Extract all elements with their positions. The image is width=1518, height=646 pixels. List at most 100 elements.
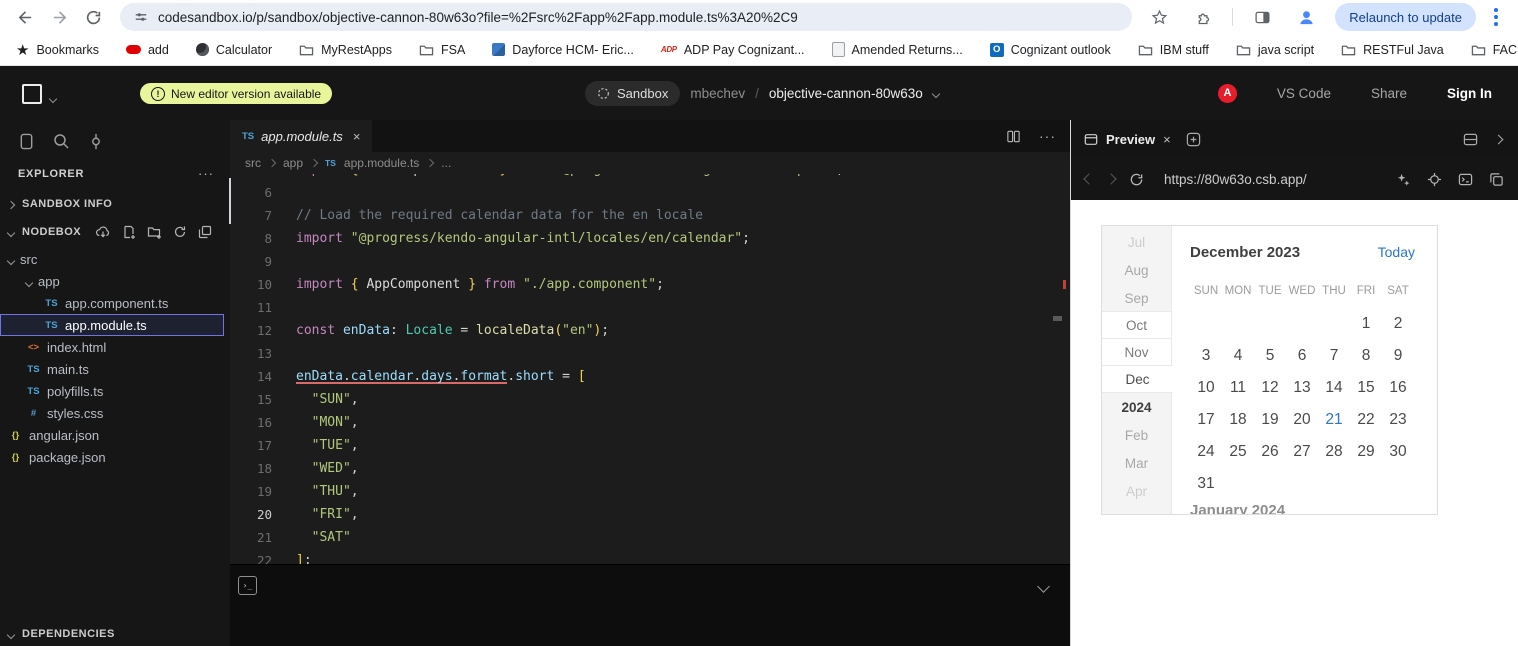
editor-more-icon[interactable]: ··· bbox=[1039, 128, 1056, 144]
csb-logo-icon[interactable] bbox=[22, 84, 42, 104]
breadcrumb-symbol[interactable]: ... bbox=[441, 156, 451, 170]
calendar-date[interactable]: 16 bbox=[1382, 372, 1414, 404]
code-line[interactable]: 10import { AppComponent } from "./app.co… bbox=[230, 273, 1070, 296]
calendar-date[interactable]: 3 bbox=[1190, 340, 1222, 372]
extensions-icon[interactable] bbox=[1188, 2, 1218, 32]
breadcrumb-src[interactable]: src bbox=[245, 156, 261, 170]
code-line[interactable]: 17 "TUE", bbox=[230, 434, 1070, 457]
bookmark-item[interactable]: FACETS bbox=[1471, 43, 1518, 57]
calendar-date[interactable]: 18 bbox=[1222, 404, 1254, 436]
profile-avatar-icon[interactable] bbox=[1291, 2, 1321, 32]
preview-refresh-icon[interactable] bbox=[1129, 172, 1144, 187]
site-settings-icon[interactable] bbox=[134, 10, 148, 24]
bookmark-item[interactable]: Calculator bbox=[196, 43, 272, 57]
tree-item-angular-json[interactable]: {}angular.json bbox=[0, 424, 224, 446]
calendar-date[interactable]: 28 bbox=[1318, 436, 1350, 468]
calendar-date[interactable]: 11 bbox=[1222, 372, 1254, 404]
code-line[interactable]: 20 "FRI", bbox=[230, 503, 1070, 526]
tree-item-polyfills-ts[interactable]: TSpolyfills.ts bbox=[0, 380, 224, 402]
calendar-date[interactable]: 27 bbox=[1286, 436, 1318, 468]
project-name[interactable]: objective-cannon-80w63o bbox=[769, 86, 923, 101]
calendar-date[interactable]: 31 bbox=[1190, 468, 1222, 500]
breadcrumb-file[interactable]: app.module.ts bbox=[344, 156, 419, 170]
calendar-date[interactable]: 26 bbox=[1254, 436, 1286, 468]
user-avatar[interactable]: A bbox=[1218, 84, 1237, 103]
month-item-nov[interactable]: Nov bbox=[1102, 338, 1171, 366]
bookmark-item[interactable]: OCognizant outlook bbox=[990, 43, 1111, 57]
month-item-mar[interactable]: Mar bbox=[1102, 449, 1171, 477]
calendar-date[interactable]: 30 bbox=[1382, 436, 1414, 468]
close-tab-icon[interactable]: × bbox=[353, 129, 361, 144]
search-icon[interactable] bbox=[51, 131, 71, 151]
calendar-date[interactable]: 19 bbox=[1254, 404, 1286, 436]
calendar-date[interactable]: 4 bbox=[1222, 340, 1254, 372]
code-line[interactable]: 11 bbox=[230, 296, 1070, 319]
back-icon[interactable] bbox=[10, 2, 40, 32]
code-line[interactable]: 7// Load the required calendar data for … bbox=[230, 204, 1070, 227]
bookmark-item[interactable]: MyRestApps bbox=[299, 43, 392, 57]
section-nodebox[interactable]: NODEBOX bbox=[0, 218, 230, 246]
month-item-feb[interactable]: Feb bbox=[1102, 421, 1171, 449]
tree-item-index-html[interactable]: <>index.html bbox=[0, 336, 224, 358]
bookmark-item[interactable]: IBM stuff bbox=[1138, 43, 1209, 57]
calendar-date[interactable]: 1 bbox=[1350, 308, 1382, 340]
tab-app-module-ts[interactable]: TS app.module.ts × bbox=[230, 120, 372, 152]
refresh-tree-icon[interactable] bbox=[173, 225, 187, 239]
side-panel-icon[interactable] bbox=[1247, 2, 1277, 32]
split-editor-icon[interactable] bbox=[1006, 129, 1021, 144]
calendar-date[interactable]: 5 bbox=[1254, 340, 1286, 372]
workspace-chevron-icon[interactable] bbox=[50, 89, 56, 107]
calendar-date[interactable]: 29 bbox=[1350, 436, 1382, 468]
calendar-date[interactable]: 15 bbox=[1350, 372, 1382, 404]
open-in-new-window-icon[interactable] bbox=[1489, 172, 1504, 187]
chevron-right-icon[interactable] bbox=[1495, 130, 1502, 148]
code-line[interactable]: 5import { DateInputsModule } from "@prog… bbox=[230, 174, 1070, 181]
bookmark-item[interactable]: Amended Returns... bbox=[832, 42, 963, 57]
month-item-oct[interactable]: Oct bbox=[1102, 311, 1171, 339]
bookmark-item[interactable]: ADPADP Pay Cognizant... bbox=[661, 43, 805, 57]
bookmark-item[interactable]: java script bbox=[1236, 43, 1314, 57]
code-editor[interactable]: 5import { DateInputsModule } from "@prog… bbox=[230, 174, 1070, 565]
console-terminal-icon[interactable] bbox=[1458, 172, 1473, 187]
code-line[interactable]: 14enData.calendar.days.format.short = [ bbox=[230, 365, 1070, 388]
code-line[interactable]: 21 "SAT" bbox=[230, 526, 1070, 549]
tree-item-styles-css[interactable]: #styles.css bbox=[0, 402, 224, 424]
month-item-sep[interactable]: Sep bbox=[1102, 284, 1171, 312]
project-chevron-icon[interactable] bbox=[933, 84, 939, 102]
today-link[interactable]: Today bbox=[1378, 244, 1415, 260]
new-folder-icon[interactable] bbox=[147, 225, 162, 239]
browser-menu-icon[interactable] bbox=[1494, 15, 1498, 19]
month-item-apr[interactable]: Apr bbox=[1102, 477, 1171, 505]
tree-item-main-ts[interactable]: TSmain.ts bbox=[0, 358, 224, 380]
bookmark-item[interactable]: FSA bbox=[419, 43, 465, 57]
section-sandbox-info[interactable]: SANDBOX INFO bbox=[0, 190, 230, 218]
code-line[interactable]: 18 "WED", bbox=[230, 457, 1070, 480]
relaunch-to-update-button[interactable]: Relaunch to update bbox=[1335, 3, 1476, 31]
calendar-date[interactable]: 12 bbox=[1254, 372, 1286, 404]
calendar-date[interactable]: 7 bbox=[1318, 340, 1350, 372]
new-file-icon[interactable] bbox=[122, 225, 136, 239]
month-item-may[interactable]: May bbox=[1102, 505, 1171, 515]
preview-url-text[interactable]: https://80w63o.csb.app/ bbox=[1164, 172, 1382, 187]
share-button[interactable]: Share bbox=[1371, 86, 1407, 101]
explorer-file-icon[interactable] bbox=[16, 131, 36, 151]
console-expand-chevron-icon[interactable] bbox=[1039, 578, 1048, 596]
code-line[interactable]: 15 "SUN", bbox=[230, 388, 1070, 411]
month-item-dec[interactable]: Dec bbox=[1102, 365, 1173, 393]
bookmark-star-icon[interactable] bbox=[1144, 2, 1174, 32]
bookmark-item[interactable]: add bbox=[126, 43, 169, 57]
code-line[interactable]: 9 bbox=[230, 250, 1070, 273]
split-panel-icon[interactable] bbox=[1463, 132, 1478, 147]
calendar-date[interactable]: 14 bbox=[1318, 372, 1350, 404]
inspect-crosshair-icon[interactable] bbox=[1427, 172, 1442, 187]
vscode-button[interactable]: VS Code bbox=[1277, 86, 1331, 101]
cloud-download-icon[interactable] bbox=[95, 225, 111, 239]
code-line[interactable]: 6 bbox=[230, 181, 1070, 204]
tree-item-src[interactable]: src bbox=[0, 248, 224, 270]
calendar-date[interactable]: 13 bbox=[1286, 372, 1318, 404]
terminal-icon[interactable]: ›_ bbox=[238, 576, 257, 595]
ai-sparkle-icon[interactable] bbox=[1396, 172, 1411, 187]
explorer-more-icon[interactable]: ··· bbox=[198, 166, 214, 181]
code-line[interactable]: 13 bbox=[230, 342, 1070, 365]
tree-item-app-component-ts[interactable]: TSapp.component.ts bbox=[0, 292, 224, 314]
